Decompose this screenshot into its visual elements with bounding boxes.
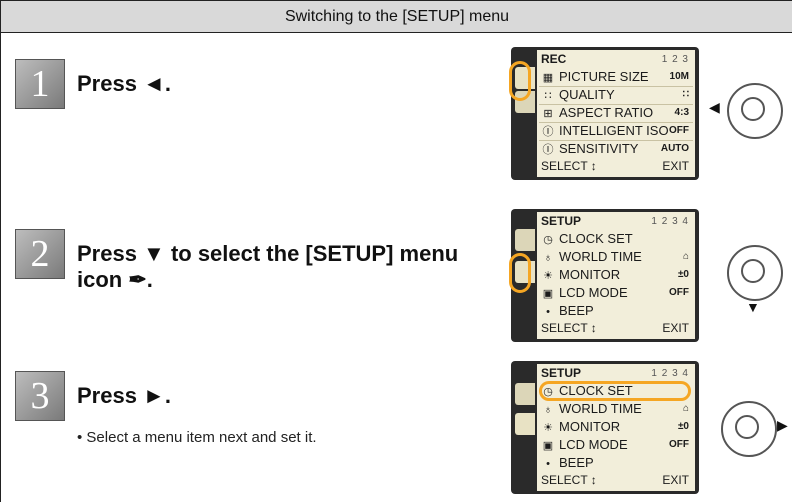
select-hint: SELECT ↕	[541, 159, 597, 173]
menu-title: REC	[541, 52, 567, 66]
menu-item-selected: ◷ CLOCK SET	[541, 382, 691, 400]
step-instruction: Press ◄.	[77, 71, 171, 96]
left-arrow-icon: ◀	[709, 99, 720, 115]
right-arrow-icon: ▶	[777, 417, 788, 433]
step-number-badge: 3	[15, 371, 65, 421]
cursor-button-icon	[727, 83, 783, 139]
section-title: Switching to the [SETUP] menu	[284, 8, 510, 25]
exit-hint: EXIT	[662, 473, 689, 487]
step-number-badge: 2	[15, 229, 65, 279]
camera-icon	[515, 383, 535, 405]
page-indicator: 1 2 3 4	[651, 368, 689, 379]
select-hint: SELECT ↕	[541, 321, 597, 335]
step-number-badge: 1	[15, 59, 65, 109]
picture-size-icon: ▦	[542, 72, 554, 84]
monitor-icon: ☀	[543, 270, 553, 282]
menu-item: ▦ PICTURE SIZE 10M	[541, 68, 691, 86]
world-time-icon: ♁	[543, 252, 553, 264]
beep-icon: •	[546, 306, 550, 318]
beep-icon: •	[546, 458, 550, 470]
lcd-mode-icon: ▣	[542, 288, 554, 300]
page-frame: Switching to the [SETUP] menu 1 Press ◄.…	[0, 0, 792, 502]
menu-item: ♁ WORLD TIME ⌂	[541, 400, 691, 418]
menu-item: ♁ WORLD TIME ⌂	[541, 248, 691, 266]
menu-item: ☀ MONITOR ±0	[541, 266, 691, 284]
select-hint: SELECT ↕	[541, 473, 597, 487]
page-indicator: 1 2 3 4	[651, 216, 689, 227]
lcd-mode-icon: ▣	[542, 440, 554, 452]
menu-item: ◷ CLOCK SET	[541, 230, 691, 248]
wrench-icon	[515, 413, 535, 435]
quality-icon: ∷	[544, 90, 552, 102]
clock-icon: ◷	[543, 234, 553, 246]
highlight-oval	[509, 253, 531, 293]
section-header: Switching to the [SETUP] menu	[1, 1, 792, 33]
lcd-screen-rec: REC 1 2 3 ▦ PICTURE SIZE 10M ∷ QUALITY ∷ ⊞ AS…	[509, 47, 699, 180]
menu-item: Ⓘ INTELLIGENT ISO OFF	[541, 122, 691, 140]
menu-item: Ⓘ SENSITIVITY AUTO	[541, 140, 691, 158]
menu-item: • BEEP	[541, 302, 691, 320]
lcd-screen-setup-selected: SETUP 1 2 3 4 ◷ CLOCK SET ♁ WORLD TIME ⌂ ☀ M…	[511, 361, 699, 494]
menu-item: • BEEP	[541, 454, 691, 472]
exit-hint: EXIT	[662, 321, 689, 335]
page-indicator: 1 2 3	[661, 54, 689, 65]
menu-item: ∷ QUALITY ∷	[541, 86, 691, 104]
exit-hint: EXIT	[662, 159, 689, 173]
menu-screen: SETUP 1 2 3 4 ◷ CLOCK SET ♁ WORLD TIME ⌂ ☀ M…	[537, 212, 695, 339]
world-time-icon: ♁	[543, 404, 553, 416]
menu-title: SETUP	[541, 366, 582, 380]
iso-icon: Ⓘ	[542, 126, 554, 138]
step-instruction: Press ►.	[77, 383, 171, 408]
lcd-screen-setup: SETUP 1 2 3 4 ◷ CLOCK SET ♁ WORLD TIME ⌂ ☀ M…	[509, 209, 699, 342]
step-note: • Select a menu item next and set it.	[77, 429, 317, 446]
menu-item: ⊞ ASPECT RATIO 4:3	[541, 104, 691, 122]
camera-icon	[515, 229, 535, 251]
clock-icon: ◷	[543, 386, 553, 398]
menu-item: ☀ MONITOR ±0	[541, 418, 691, 436]
aspect-ratio-icon: ⊞	[543, 108, 553, 120]
menu-item: ▣ LCD MODE OFF	[541, 436, 691, 454]
menu-screen: REC 1 2 3 ▦ PICTURE SIZE 10M ∷ QUALITY ∷ ⊞ AS…	[537, 50, 695, 177]
monitor-icon: ☀	[543, 422, 553, 434]
highlight-oval	[509, 61, 531, 101]
down-arrow-icon: ▼	[746, 299, 760, 315]
step-instruction: Press ▼ to select the [SETUP] menu icon …	[77, 241, 459, 292]
menu-item: ▣ LCD MODE OFF	[541, 284, 691, 302]
menu-title: SETUP	[541, 214, 582, 228]
cursor-button-icon	[721, 401, 777, 457]
sensitivity-icon: Ⓘ	[542, 144, 554, 156]
cursor-button-icon	[727, 245, 783, 301]
menu-screen: SETUP 1 2 3 4 ◷ CLOCK SET ♁ WORLD TIME ⌂ ☀ M…	[537, 364, 695, 491]
